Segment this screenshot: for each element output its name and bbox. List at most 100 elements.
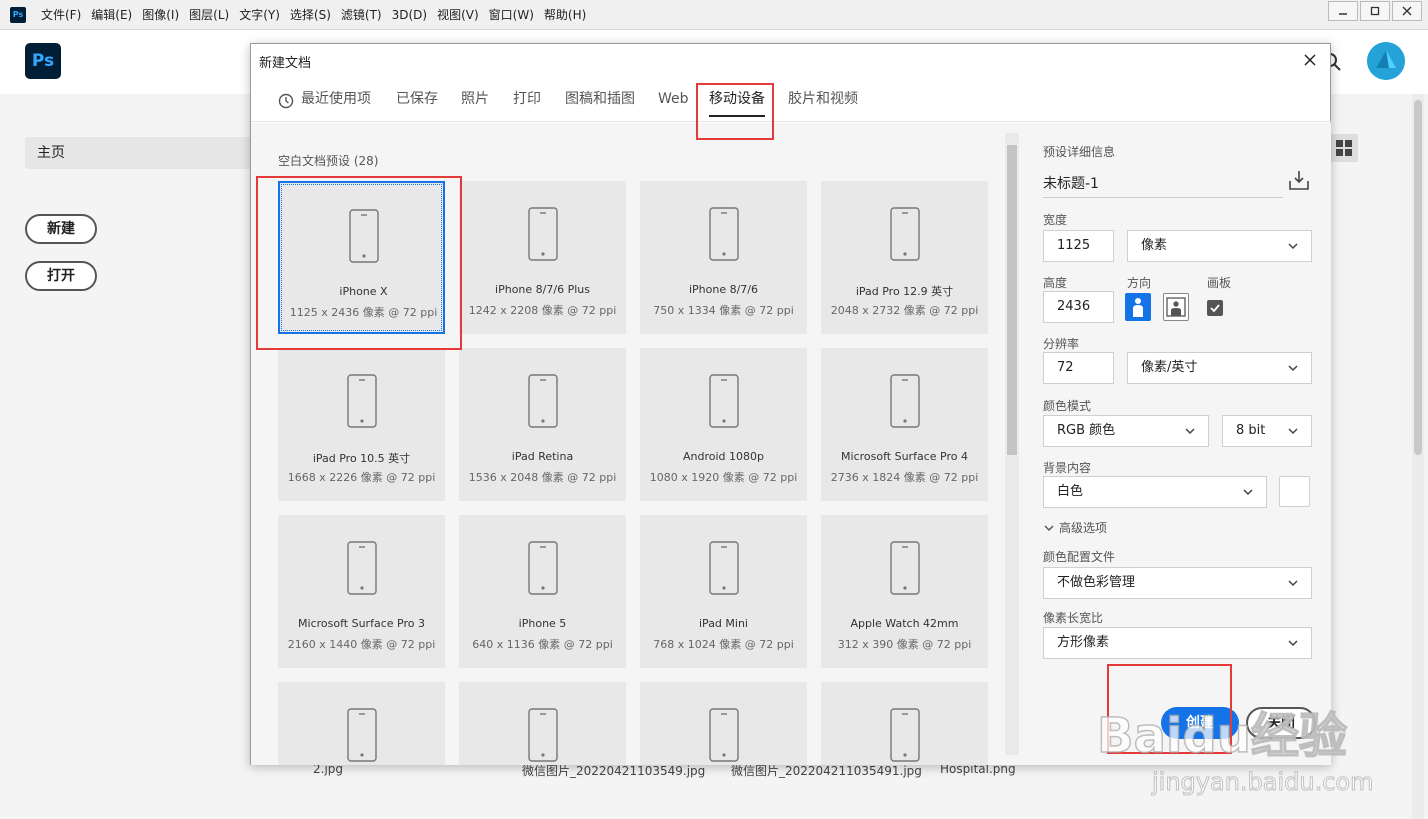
- menu-view[interactable]: 视图(V): [432, 0, 484, 30]
- maximize-button[interactable]: [1360, 1, 1390, 21]
- new-document-dialog: 新建文档 最近使用项 已保存 照片 打印 图稿和插图 Web 移动设备 胶片和视…: [250, 43, 1332, 765]
- height-label: 高度: [1043, 276, 1068, 290]
- preset-name: Apple Watch 42mm: [850, 617, 959, 630]
- preset-dimensions: 1536 x 2048 像素 @ 72 ppi: [468, 471, 617, 484]
- preset-name: iPhone 8/7/6: [688, 283, 759, 296]
- orientation-landscape-button[interactable]: [1163, 293, 1189, 321]
- preset-card[interactable]: iPhone X 1125 x 2436 像素 @ 72 ppi: [278, 181, 445, 334]
- preset-dimensions: 768 x 1024 像素 @ 72 ppi: [653, 638, 794, 651]
- minimize-button[interactable]: [1328, 1, 1358, 21]
- tab-print[interactable]: 打印: [513, 82, 541, 122]
- save-preset-icon[interactable]: [1288, 169, 1310, 191]
- close-button[interactable]: 关闭: [1246, 707, 1316, 739]
- preset-card[interactable]: [459, 682, 626, 765]
- preset-card[interactable]: iPad Pro 12.9 英寸 2048 x 2732 像素 @ 72 ppi: [821, 181, 988, 334]
- preset-card[interactable]: iPad Mini 768 x 1024 像素 @ 72 ppi: [640, 515, 807, 668]
- phone-icon: [890, 541, 920, 595]
- resolution-label: 分辨率: [1043, 337, 1080, 351]
- artboard-label: 画板: [1207, 276, 1232, 290]
- background-color-swatch[interactable]: [1279, 476, 1310, 507]
- grid-view-icon[interactable]: [1330, 134, 1358, 162]
- create-button[interactable]: 创建: [1161, 707, 1239, 739]
- preset-name: Android 1080p: [682, 450, 764, 463]
- tab-recent[interactable]: 最近使用项: [301, 82, 371, 122]
- tab-web[interactable]: Web: [658, 82, 689, 122]
- preset-name: iPhone 5: [518, 617, 567, 630]
- menu-layer[interactable]: 图层(L): [184, 0, 234, 30]
- preset-name: Microsoft Surface Pro 4: [841, 450, 968, 463]
- preset-card[interactable]: iPad Pro 10.5 英寸 1668 x 2226 像素 @ 72 ppi: [278, 348, 445, 501]
- menu-image[interactable]: 图像(I): [137, 0, 184, 30]
- avatar[interactable]: [1367, 42, 1405, 80]
- open-button[interactable]: 打开: [25, 261, 97, 291]
- menu-file[interactable]: 文件(F): [36, 0, 86, 30]
- color-mode-label: 颜色模式: [1043, 399, 1092, 413]
- menu-select[interactable]: 选择(S): [285, 0, 336, 30]
- tab-saved[interactable]: 已保存: [396, 82, 438, 122]
- width-input[interactable]: 1125: [1043, 230, 1114, 262]
- resolution-unit-select[interactable]: 像素/英寸: [1127, 352, 1312, 384]
- phone-icon: [349, 209, 379, 263]
- document-name-input[interactable]: 未标题-1: [1043, 170, 1283, 198]
- preset-card[interactable]: Apple Watch 42mm 312 x 390 像素 @ 72 ppi: [821, 515, 988, 668]
- color-profile-select[interactable]: 不做色彩管理: [1043, 567, 1312, 599]
- menu-edit[interactable]: 编辑(E): [86, 0, 137, 30]
- preset-card[interactable]: [278, 682, 445, 765]
- chevron-down-icon: [1288, 243, 1298, 250]
- window-close-button[interactable]: [1392, 1, 1422, 21]
- chevron-down-icon: [1044, 524, 1054, 531]
- preset-name: iPhone X: [339, 285, 388, 298]
- chevron-down-icon: [1288, 640, 1298, 647]
- bit-depth-select[interactable]: 8 bit: [1222, 415, 1312, 447]
- artboard-checkbox[interactable]: [1207, 300, 1223, 316]
- details-heading: 预设详细信息: [1043, 145, 1116, 159]
- preset-card[interactable]: [640, 682, 807, 765]
- tab-art-illustration[interactable]: 图稿和插图: [565, 82, 635, 122]
- pixel-aspect-select[interactable]: 方形像素: [1043, 627, 1312, 659]
- preset-dimensions: 750 x 1334 像素 @ 72 ppi: [653, 304, 794, 317]
- preset-card[interactable]: [821, 682, 988, 765]
- tab-film-video[interactable]: 胶片和视频: [788, 82, 858, 122]
- preset-card[interactable]: Microsoft Surface Pro 4 2736 x 1824 像素 @ …: [821, 348, 988, 501]
- width-label: 宽度: [1043, 213, 1068, 227]
- background-select[interactable]: 白色: [1043, 476, 1267, 508]
- preset-dimensions: 640 x 1136 像素 @ 72 ppi: [472, 638, 613, 651]
- menu-type[interactable]: 文字(Y): [234, 0, 285, 30]
- menu-help[interactable]: 帮助(H): [539, 0, 591, 30]
- tab-photo[interactable]: 照片: [461, 82, 489, 122]
- preset-name: iPad Retina: [511, 450, 574, 463]
- phone-icon: [709, 541, 739, 595]
- preset-card[interactable]: Microsoft Surface Pro 3 2160 x 1440 像素 @ …: [278, 515, 445, 668]
- menu-window[interactable]: 窗口(W): [484, 0, 539, 30]
- height-input[interactable]: 2436: [1043, 291, 1114, 323]
- preset-dimensions: 2160 x 1440 像素 @ 72 ppi: [287, 638, 436, 651]
- tab-mobile[interactable]: 移动设备: [709, 82, 765, 122]
- preset-card[interactable]: iPhone 8/7/6 Plus 1242 x 2208 像素 @ 72 ppi: [459, 181, 626, 334]
- advanced-options-toggle[interactable]: 高级选项: [1043, 519, 1107, 536]
- close-icon[interactable]: [1300, 50, 1320, 70]
- phone-icon: [528, 541, 558, 595]
- preset-card[interactable]: Android 1080p 1080 x 1920 像素 @ 72 ppi: [640, 348, 807, 501]
- color-profile-label: 颜色配置文件: [1043, 550, 1116, 564]
- orientation-portrait-button[interactable]: [1125, 293, 1151, 321]
- phone-icon: [528, 708, 558, 762]
- phone-icon: [890, 708, 920, 762]
- resolution-input[interactable]: 72: [1043, 352, 1114, 384]
- new-button[interactable]: 新建: [25, 214, 97, 244]
- preset-scrollbar[interactable]: [1005, 133, 1019, 755]
- portrait-icon: [1133, 298, 1143, 317]
- color-mode-select[interactable]: RGB 颜色: [1043, 415, 1209, 447]
- section-title: 空白文档预设 (28): [278, 154, 379, 168]
- menu-filter[interactable]: 滤镜(T): [336, 0, 387, 30]
- background-label: 背景内容: [1043, 461, 1092, 475]
- width-unit-select[interactable]: 像素: [1127, 230, 1312, 262]
- preset-card[interactable]: iPhone 8/7/6 750 x 1334 像素 @ 72 ppi: [640, 181, 807, 334]
- preset-card[interactable]: iPhone 5 640 x 1136 像素 @ 72 ppi: [459, 515, 626, 668]
- clock-icon: [278, 93, 294, 109]
- menu-3d[interactable]: 3D(D): [387, 0, 432, 30]
- phone-icon: [709, 708, 739, 762]
- preset-card[interactable]: iPad Retina 1536 x 2048 像素 @ 72 ppi: [459, 348, 626, 501]
- app-scrollbar[interactable]: [1412, 94, 1424, 819]
- preset-tabs: 最近使用项 已保存 照片 打印 图稿和插图 Web 移动设备 胶片和视频: [251, 82, 1332, 122]
- sidebar-item-home[interactable]: 主页: [25, 137, 255, 169]
